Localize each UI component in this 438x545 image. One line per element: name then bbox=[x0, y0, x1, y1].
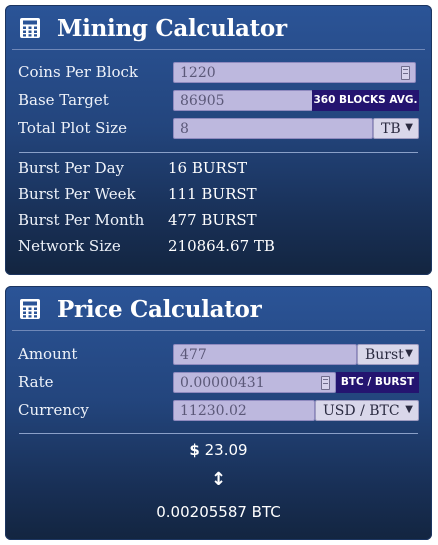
amount-value: 477 bbox=[180, 347, 207, 363]
number-spinner-icon[interactable] bbox=[321, 376, 330, 390]
calculator-icon bbox=[20, 18, 40, 38]
amount-label: Amount bbox=[18, 345, 78, 363]
chevron-down-icon: ▼ bbox=[405, 122, 413, 133]
price-title: Price Calculator bbox=[57, 296, 262, 323]
burst-per-day-value: 16 BURST bbox=[168, 159, 248, 177]
amount-input[interactable]: 477 bbox=[173, 344, 357, 365]
blocks-avg-badge: 360 BLOCKS AVG. bbox=[312, 90, 419, 111]
plot-size-unit: TB bbox=[381, 121, 401, 137]
base-target-value: 86905 bbox=[180, 93, 225, 109]
btc-result-value: 0.00205587 BTC bbox=[156, 503, 281, 521]
btc-burst-badge: BTC / BURST bbox=[336, 372, 419, 393]
coins-per-block-input[interactable]: 1220 bbox=[173, 62, 416, 83]
mining-calculator-panel: Mining Calculator Coins Per Block 1220 B… bbox=[5, 5, 432, 275]
mining-header: Mining Calculator bbox=[5, 5, 432, 49]
burst-per-week-value: 111 BURST bbox=[168, 185, 257, 203]
results-divider bbox=[19, 152, 418, 153]
burst-per-month-value: 477 BURST bbox=[168, 211, 257, 229]
network-size-label: Network Size bbox=[18, 237, 121, 255]
rate-label: Rate bbox=[18, 373, 54, 391]
amount-unit-select[interactable]: Burst ▼ bbox=[357, 344, 419, 365]
plot-size-unit-select[interactable]: TB ▼ bbox=[373, 118, 419, 139]
mining-title: Mining Calculator bbox=[57, 15, 287, 42]
exchange-arrow-icon: ↕ bbox=[210, 469, 227, 490]
price-header: Price Calculator bbox=[5, 286, 432, 330]
price-calculator-panel: Price Calculator Amount 477 Burst ▼ Rate… bbox=[5, 286, 432, 540]
results-divider bbox=[19, 433, 418, 434]
coins-per-block-value: 1220 bbox=[180, 65, 216, 81]
coins-per-block-label: Coins Per Block bbox=[18, 63, 139, 81]
number-spinner-icon[interactable] bbox=[401, 66, 410, 80]
currency-input[interactable]: 11230.02 bbox=[173, 400, 315, 421]
chevron-down-icon: ▼ bbox=[405, 404, 413, 415]
header-divider bbox=[12, 49, 425, 50]
header-divider bbox=[12, 330, 425, 331]
base-target-input[interactable]: 86905 bbox=[173, 90, 313, 111]
currency-value: 11230.02 bbox=[180, 403, 247, 419]
currency-unit: USD / BTC bbox=[323, 403, 400, 419]
rate-input[interactable]: 0.00000431 bbox=[173, 372, 336, 393]
currency-unit-select[interactable]: USD / BTC ▼ bbox=[315, 400, 419, 421]
network-size-value: 210864.67 TB bbox=[168, 237, 275, 255]
burst-per-week-label: Burst Per Week bbox=[18, 185, 136, 203]
plot-size-value: 8 bbox=[180, 121, 189, 137]
calculator-icon bbox=[20, 299, 40, 319]
amount-unit: Burst bbox=[365, 347, 404, 363]
fiat-result: $ 23.09 bbox=[5, 441, 432, 459]
rate-value: 0.00000431 bbox=[180, 375, 265, 391]
fiat-result-value: 23.09 bbox=[204, 441, 248, 459]
dollar-sign: $ bbox=[189, 441, 200, 459]
total-plot-size-label: Total Plot Size bbox=[18, 119, 127, 137]
total-plot-size-input[interactable]: 8 bbox=[173, 118, 373, 139]
burst-per-month-label: Burst Per Month bbox=[18, 211, 145, 229]
burst-per-day-label: Burst Per Day bbox=[18, 159, 125, 177]
base-target-label: Base Target bbox=[18, 91, 109, 109]
chevron-down-icon: ▼ bbox=[405, 348, 413, 359]
currency-label: Currency bbox=[18, 401, 89, 419]
